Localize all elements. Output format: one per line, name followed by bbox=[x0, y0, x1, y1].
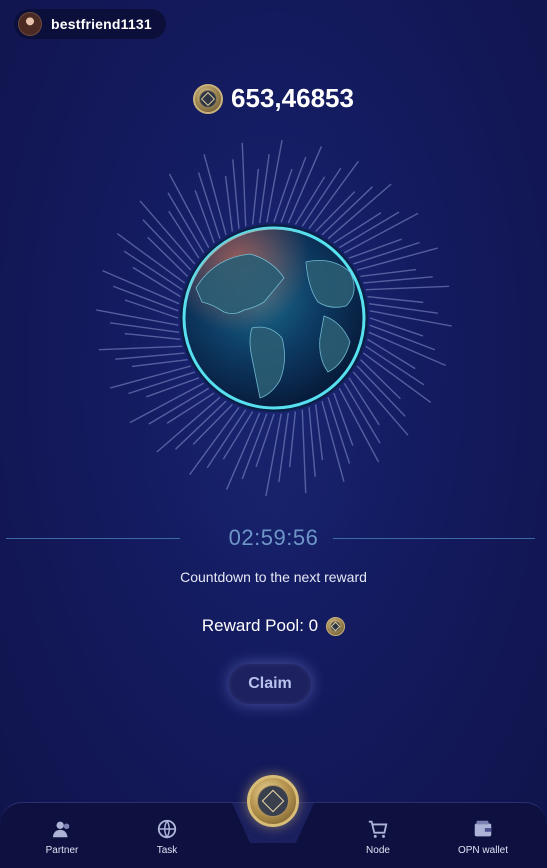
token-coin-icon bbox=[326, 616, 346, 636]
claim-button[interactable]: Claim bbox=[229, 664, 311, 704]
token-coin-icon bbox=[193, 83, 224, 114]
nav-wallet[interactable]: OPN wallet bbox=[438, 818, 528, 856]
reward-pool: Reward Pool: 0 bbox=[0, 616, 547, 636]
token-coin-icon bbox=[257, 785, 289, 817]
user-profile-chip[interactable]: bestfriend1131 bbox=[14, 9, 166, 39]
reward-pool-label: Reward Pool: 0 bbox=[201, 616, 319, 635]
username: bestfriend1131 bbox=[51, 16, 152, 32]
nav-node[interactable]: Node bbox=[333, 818, 423, 856]
mining-screen: bestfriend1131 653,46853 02:59:56 Countd… bbox=[0, 0, 547, 868]
balance-display: 653,46853 bbox=[0, 83, 547, 114]
countdown-timer: 02:59:56 bbox=[228, 525, 319, 550]
avatar bbox=[18, 12, 42, 36]
countdown-label: Countdown to the next reward bbox=[180, 569, 367, 585]
nav-task-label: Task bbox=[156, 845, 178, 856]
nav-partner-label: Partner bbox=[45, 845, 79, 856]
nav-partner[interactable]: Partner bbox=[17, 818, 107, 856]
globe-nav-icon bbox=[157, 819, 177, 839]
balance-value: 653,46853 bbox=[231, 83, 354, 113]
cart-icon bbox=[368, 820, 388, 838]
nav-wallet-label: OPN wallet bbox=[457, 845, 508, 856]
nav-task[interactable]: Task bbox=[122, 818, 212, 856]
globe-icon bbox=[74, 118, 474, 532]
partner-icon bbox=[52, 821, 70, 838]
nav-node-label: Node bbox=[366, 845, 390, 856]
wallet-icon bbox=[474, 820, 492, 837]
center-coin-button[interactable] bbox=[247, 775, 299, 827]
